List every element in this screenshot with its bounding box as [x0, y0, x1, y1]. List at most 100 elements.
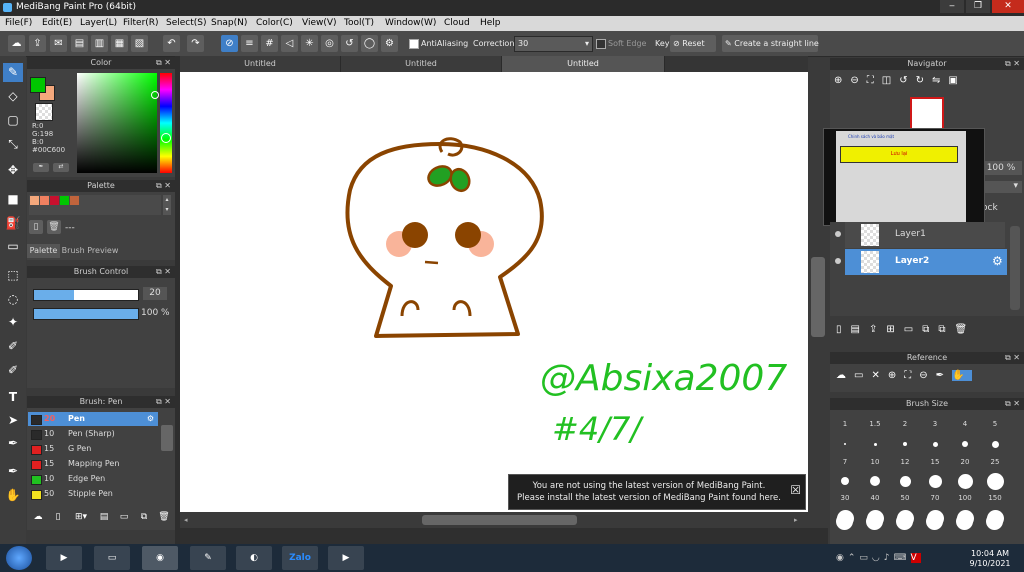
menu-snap[interactable]: Snap(N)	[211, 18, 247, 28]
close-reference-icon[interactable]: ✕	[871, 370, 887, 381]
snap-perspective-icon[interactable]: ◁	[281, 35, 298, 52]
layer-opacity[interactable]: 100 %	[980, 161, 1022, 175]
brush-size-preset[interactable]	[873, 442, 877, 446]
menu-tool[interactable]: Tool(T)	[344, 18, 374, 28]
new-brush-icon[interactable]: ▯	[51, 512, 65, 526]
file-icon[interactable]: ▥	[91, 35, 108, 52]
corel-icon[interactable]: ◐	[236, 546, 272, 570]
tray-chevron-icon[interactable]: ⌃	[848, 553, 860, 563]
menu-layer[interactable]: Layer(L)	[80, 18, 117, 28]
swap-color-icon[interactable]: ⇄	[53, 163, 69, 172]
drawing-canvas[interactable]: @Absixa2007 #4/7/ You are not using the …	[180, 72, 808, 512]
brush-size-preset[interactable]	[986, 513, 1003, 530]
brush-opacity-slider[interactable]	[33, 308, 139, 320]
panel-close-icon[interactable]: ⧉ ✕	[156, 180, 171, 192]
undo-icon[interactable]: ↶	[163, 35, 180, 52]
tab-brush-preview[interactable]: Brush Preview	[61, 244, 119, 258]
actual-size-icon[interactable]: ◫	[882, 75, 899, 86]
add-brush-icon[interactable]: ⊞▾	[71, 512, 91, 526]
brush-list-item[interactable]: 10 Pen (Sharp)	[28, 427, 158, 441]
brush-size-preset[interactable]	[844, 443, 846, 445]
tray-volume-icon[interactable]: ♪	[884, 553, 894, 563]
comment-icon[interactable]: ✉	[50, 35, 67, 52]
primary-color-swatch[interactable]	[30, 77, 46, 93]
navigator-toolbar[interactable]: ⊕⊖⛶◫↺↻⇋▣	[834, 75, 966, 86]
open-reference-icon[interactable]: ▭	[854, 370, 871, 381]
brush-list-item[interactable]: 20 Pen ⚙	[28, 412, 158, 426]
bucket-tool-icon[interactable]: ⛽	[3, 214, 23, 233]
brush-size-preset[interactable]	[903, 442, 907, 446]
eraser-tool-icon[interactable]: ◇	[3, 87, 23, 106]
fill-rect-tool-icon[interactable]: ■	[3, 190, 23, 209]
brush-size-preset[interactable]	[956, 513, 973, 530]
brush-size-preset[interactable]	[932, 441, 938, 447]
start-button-icon[interactable]	[6, 546, 32, 570]
gradient-tool-icon[interactable]: ▭	[3, 237, 23, 256]
delete-brush-icon[interactable]: 🗑	[157, 512, 171, 526]
new-layer-alt-icon[interactable]: ▤	[851, 324, 869, 335]
snap-grid-icon[interactable]: #	[261, 35, 278, 52]
delete-layer-icon[interactable]: 🗑	[954, 324, 976, 335]
update-notice[interactable]: You are not using the latest version of …	[508, 474, 806, 510]
brush-tool-icon[interactable]: ✎	[3, 63, 23, 82]
tray-wifi-icon[interactable]: ◡	[872, 553, 884, 563]
saturation-value-picker[interactable]	[77, 73, 157, 173]
palette-swatch[interactable]	[60, 196, 69, 205]
brush-list-item[interactable]: 15 G Pen	[28, 442, 158, 456]
brush-size-preset[interactable]	[991, 440, 999, 448]
rotate-right-icon[interactable]: ↻	[916, 75, 932, 86]
media-player-icon[interactable]: ▶	[46, 546, 82, 570]
chrome-icon[interactable]: ◉	[142, 546, 178, 570]
palette-scrollbar[interactable]: ▴ ▾	[163, 195, 171, 215]
panel-close-icon[interactable]: ⧉ ✕	[1005, 352, 1020, 364]
move-tool-icon[interactable]: ✥	[3, 161, 23, 180]
visibility-eye-icon[interactable]	[835, 231, 841, 237]
eyedropper-small-icon[interactable]: ✒	[33, 163, 49, 172]
soft-edge-checkbox[interactable]	[596, 39, 606, 49]
snap-curve-icon[interactable]: ↺	[341, 35, 358, 52]
brush-size-preset[interactable]	[986, 472, 1004, 490]
antialiasing-checkbox[interactable]	[409, 39, 419, 49]
tray-vietkey-icon[interactable]: V	[910, 553, 921, 563]
brush-size-preset[interactable]	[896, 513, 913, 530]
panel-close-icon[interactable]: ⧉ ✕	[1005, 398, 1020, 410]
transparent-swatch[interactable]	[35, 103, 53, 121]
maximize-button[interactable]: ❐	[966, 0, 990, 13]
brush-list-scrollbar[interactable]	[161, 425, 173, 451]
menu-filter[interactable]: Filter(R)	[123, 18, 159, 28]
ref-eyedropper-icon[interactable]: ✒	[936, 370, 952, 381]
snap-radial-icon[interactable]: ✳	[301, 35, 318, 52]
visibility-eye-icon[interactable]	[835, 258, 841, 264]
menu-help[interactable]: Help	[480, 18, 501, 28]
ref-hand-icon[interactable]: ✋	[952, 370, 973, 381]
reset-button[interactable]: ⊘ Reset	[670, 35, 716, 52]
cloud-icon[interactable]: ☁	[8, 35, 25, 52]
menu-window[interactable]: Window(W)	[385, 18, 436, 28]
navigator-preview[interactable]	[910, 97, 944, 131]
brush-size-preset[interactable]	[957, 473, 973, 489]
ref-zoom-in-icon[interactable]: ⊕	[888, 370, 904, 381]
gear-icon[interactable]: ⚙	[992, 254, 1003, 268]
redo-icon[interactable]: ↷	[187, 35, 204, 52]
panel-close-icon[interactable]: ⧉ ✕	[156, 266, 171, 278]
export-layer-icon[interactable]: ⇪	[869, 324, 886, 335]
scroll-right-icon[interactable]: ▸	[794, 516, 798, 524]
brush-size-preset[interactable]	[836, 513, 853, 530]
brush-list-item[interactable]: 15 Mapping Pen	[28, 457, 158, 471]
cloud-reference-icon[interactable]: ☁	[836, 370, 854, 381]
panel-close-icon[interactable]: ⧉ ✕	[1005, 58, 1020, 70]
brush-size-preset[interactable]	[899, 475, 911, 487]
magic-wand-tool-icon[interactable]: ✦	[3, 313, 23, 332]
clock[interactable]: 10:04 AM 9/10/2021	[962, 549, 1018, 569]
horizontal-scroll-thumb[interactable]	[422, 515, 577, 525]
canvas-horizontal-scrollbar[interactable]: ◂ ▸	[180, 512, 808, 528]
close-button[interactable]: ✕	[992, 0, 1024, 13]
menu-color[interactable]: Color(C)	[256, 18, 293, 28]
rectangle-tool-icon[interactable]: ▢	[3, 111, 23, 130]
palette-swatch[interactable]	[30, 196, 39, 205]
select-eraser-tool-icon[interactable]: ✐	[3, 361, 23, 380]
brush-size-slider[interactable]	[33, 289, 139, 301]
brush-size-preset[interactable]	[841, 477, 849, 485]
zalo-icon[interactable]: Zalo	[282, 546, 318, 570]
panel-close-icon[interactable]: ⧉ ✕	[156, 57, 171, 69]
